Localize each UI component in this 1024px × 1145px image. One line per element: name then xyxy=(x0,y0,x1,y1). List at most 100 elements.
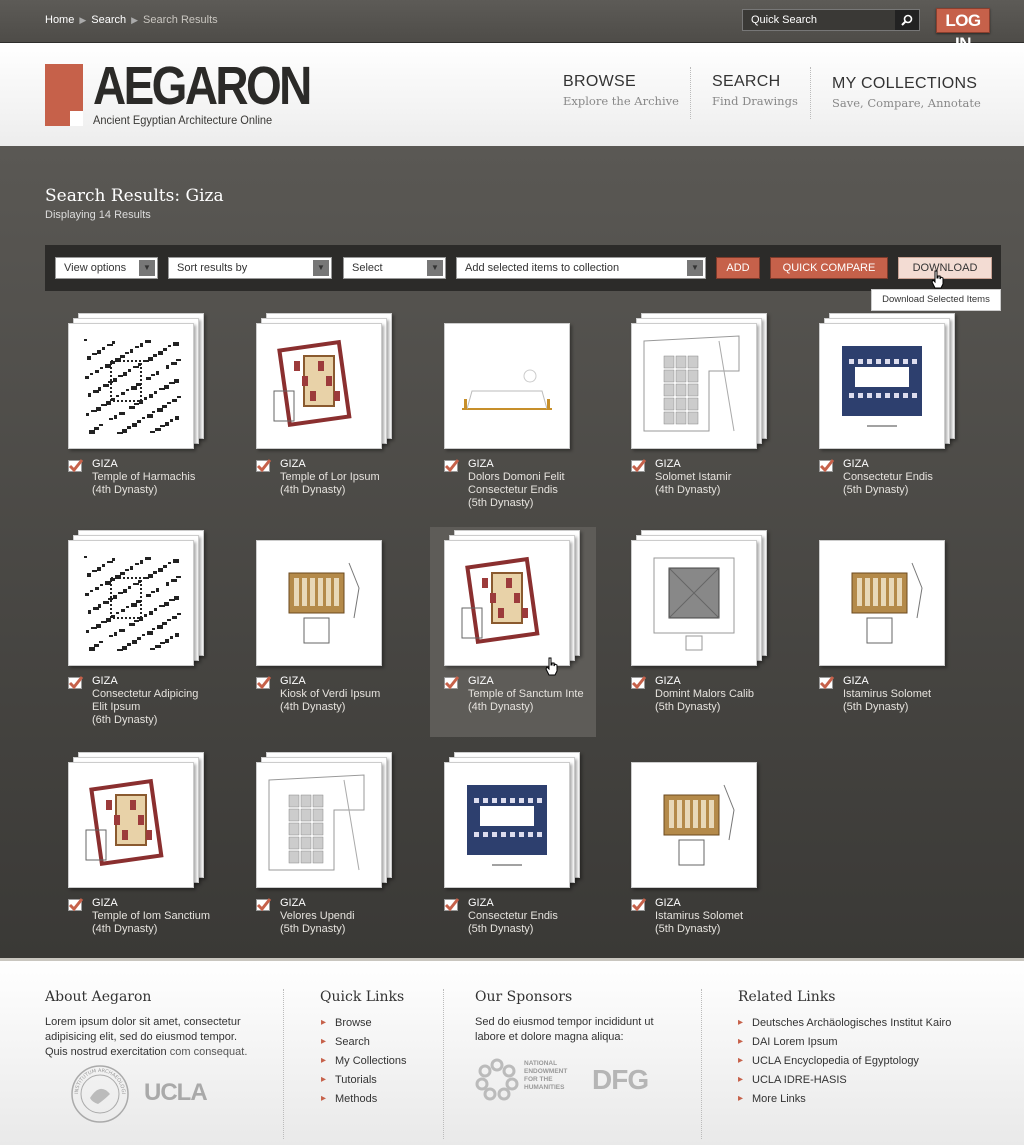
select-dropdown[interactable]: Select ▼ xyxy=(343,257,446,279)
quick-compare-button[interactable]: QUICK COMPARE xyxy=(770,257,888,279)
hand-cursor-icon xyxy=(545,657,558,676)
footer-link-browse[interactable]: Browse xyxy=(321,1017,372,1029)
select-checkbox[interactable] xyxy=(444,459,460,473)
select-checkbox[interactable] xyxy=(256,898,272,912)
nav-search-title: SEARCH xyxy=(712,73,781,90)
footer-link-tutorials[interactable]: Tutorials xyxy=(321,1074,377,1086)
result-title-line: (5th Dynasty) xyxy=(280,923,346,935)
nav-my-collections[interactable]: MY COLLECTIONS Save, Compare, Annotate xyxy=(832,75,981,110)
breadcrumb-home[interactable]: Home xyxy=(45,14,74,26)
result-caption: GIZA Temple of Harmachis (4th Dynasty) xyxy=(92,458,222,497)
result-item[interactable]: GIZA Consectetur Endis (5th Dynasty) xyxy=(430,749,596,949)
add-button[interactable]: ADD xyxy=(716,257,760,279)
result-item[interactable]: GIZA Istamirus Solomet (5th Dynasty) xyxy=(805,527,971,727)
select-checkbox[interactable] xyxy=(444,676,460,690)
drawing-thumbnail[interactable] xyxy=(256,540,382,666)
result-caption: GIZA Temple of Sanctum Inte (4th Dynasty) xyxy=(468,675,598,714)
result-site: GIZA xyxy=(280,675,306,687)
quick-search-input[interactable] xyxy=(743,10,909,30)
result-title-line: Temple of Harmachis xyxy=(92,471,196,483)
related-link-idre[interactable]: UCLA IDRE-HASIS xyxy=(738,1074,847,1086)
view-options-select[interactable]: View options ▼ xyxy=(55,257,158,279)
result-title-line: Istamirus Solomet xyxy=(655,910,744,922)
select-checkbox[interactable] xyxy=(631,676,647,690)
select-checkbox[interactable] xyxy=(631,898,647,912)
select-checkbox[interactable] xyxy=(256,676,272,690)
related-link-more[interactable]: More Links xyxy=(738,1093,806,1105)
result-title-line: (5th Dynasty) xyxy=(843,484,909,496)
neh-logo-icon[interactable] xyxy=(474,1057,520,1103)
collection-select[interactable]: Add selected items to collection ▼ xyxy=(456,257,706,279)
nav-browse-sub: Explore the Archive xyxy=(563,94,679,108)
result-title-line: Consectetur Endis xyxy=(468,484,558,496)
drawing-thumbnail[interactable] xyxy=(68,540,194,666)
drawing-thumbnail[interactable] xyxy=(444,540,570,666)
footer-about-text: Lorem ipsum dolor sit amet, consectetur … xyxy=(45,1016,248,1058)
result-item[interactable]: GIZA Istamirus Solomet (5th Dynasty) xyxy=(617,749,783,949)
ucla-logo[interactable]: UCLA xyxy=(144,1079,208,1107)
result-item[interactable]: GIZA Consectetur Adipicing Elit Ipsum (6th … xyxy=(54,527,220,727)
select-checkbox[interactable] xyxy=(256,459,272,473)
result-title-line: Istamirus Solomet xyxy=(843,688,932,700)
nav-search[interactable]: SEARCH Find Drawings xyxy=(712,73,798,108)
download-tooltip: Download Selected Items xyxy=(871,289,1001,311)
breadcrumb-search[interactable]: Search xyxy=(91,14,126,26)
drawing-thumbnail[interactable] xyxy=(68,762,194,888)
drawing-thumbnail-image xyxy=(842,346,922,427)
sort-select[interactable]: Sort results by ▼ xyxy=(168,257,332,279)
footer-link-search[interactable]: Search xyxy=(321,1036,370,1048)
drawing-thumbnail[interactable] xyxy=(819,540,945,666)
checkmark-icon xyxy=(631,898,647,912)
result-item[interactable]: GIZA Kiosk of Verdi Ipsum (4th Dynasty) xyxy=(242,527,408,727)
select-checkbox[interactable] xyxy=(444,898,460,912)
footer-divider xyxy=(701,989,702,1139)
result-caption: GIZA Domint Malors Calib (5th Dynasty) xyxy=(655,675,785,714)
result-item[interactable]: GIZA Solomet Istamir (4th Dynasty) xyxy=(617,310,783,510)
drawing-thumbnail[interactable] xyxy=(256,762,382,888)
select-checkbox[interactable] xyxy=(631,459,647,473)
result-item[interactable]: GIZA Consectetur Endis (5th Dynasty) xyxy=(805,310,971,510)
result-caption: GIZA Solomet Istamir (4th Dynasty) xyxy=(655,458,785,497)
drawing-thumbnail[interactable] xyxy=(631,540,757,666)
drawing-thumbnail[interactable] xyxy=(819,323,945,449)
search-button[interactable] xyxy=(895,10,919,30)
dfg-logo[interactable]: DFG xyxy=(592,1064,649,1096)
result-title-line: Temple of Lor Ipsum xyxy=(280,471,380,483)
select-checkbox[interactable] xyxy=(819,459,835,473)
related-link-encyclopedia[interactable]: UCLA Encyclopedia of Egyptology xyxy=(738,1055,919,1067)
checkmark-icon xyxy=(631,459,647,473)
page-title: Search Results: Giza xyxy=(45,186,224,206)
footer-link-collections[interactable]: My Collections xyxy=(321,1055,406,1067)
drawing-thumbnail[interactable] xyxy=(631,762,757,888)
select-checkbox[interactable] xyxy=(68,459,84,473)
result-title-line: (5th Dynasty) xyxy=(843,701,909,713)
result-caption: GIZA Dolors Domoni Felit Consectetur Endis… xyxy=(468,458,598,510)
related-link-dai[interactable]: DAI Lorem Ipsum xyxy=(738,1036,838,1048)
drawing-thumbnail[interactable] xyxy=(444,762,570,888)
result-site: GIZA xyxy=(92,458,118,470)
drawing-thumbnail[interactable] xyxy=(631,323,757,449)
drawing-thumbnail[interactable] xyxy=(256,323,382,449)
footer-about-link[interactable]: com consequat. xyxy=(170,1046,248,1058)
result-site: GIZA xyxy=(655,675,681,687)
result-item[interactable]: GIZA Temple of Lor Ipsum (4th Dynasty) xyxy=(242,310,408,510)
result-title-line: Consectetur Endis xyxy=(468,910,558,922)
result-item[interactable]: GIZA Temple of Iom Sanctium (4th Dynasty) xyxy=(54,749,220,949)
footer-sponsors-text: Sed do eiusmod tempor incididunt ut labo… xyxy=(475,1016,654,1043)
drawing-thumbnail[interactable] xyxy=(444,323,570,449)
drawing-thumbnail[interactable] xyxy=(68,323,194,449)
select-checkbox[interactable] xyxy=(68,898,84,912)
related-link-dai-kairo[interactable]: Deutsches Archäologisches Institut Kairo xyxy=(738,1017,951,1029)
result-item[interactable]: GIZA Domint Malors Calib (5th Dynasty) xyxy=(617,527,783,727)
result-item[interactable]: GIZA Temple of Harmachis (4th Dynasty) xyxy=(54,310,220,510)
select-checkbox[interactable] xyxy=(68,676,84,690)
result-title-line: (4th Dynasty) xyxy=(92,484,158,496)
result-item[interactable]: GIZA Temple of Sanctum Inte (4th Dynasty) xyxy=(430,527,596,737)
result-caption: GIZA Temple of Iom Sanctium (4th Dynasty) xyxy=(92,897,222,936)
login-button[interactable]: LOG IN xyxy=(936,8,990,53)
nav-browse[interactable]: BROWSE Explore the Archive xyxy=(563,73,679,108)
result-item[interactable]: GIZA Dolors Domoni Felit Consectetur Endis… xyxy=(430,310,596,510)
result-item[interactable]: GIZA Velores Upendi (5th Dynasty) xyxy=(242,749,408,949)
select-checkbox[interactable] xyxy=(819,676,835,690)
footer-link-methods[interactable]: Methods xyxy=(321,1093,377,1105)
